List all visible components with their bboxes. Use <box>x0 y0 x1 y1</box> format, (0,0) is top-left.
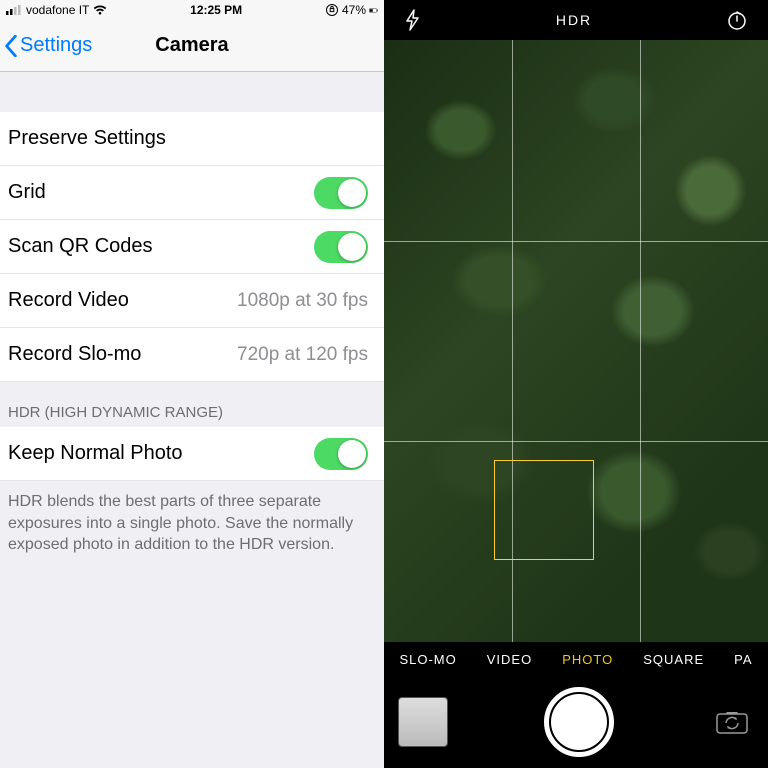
row-scan-qr: Scan QR Codes <box>0 220 384 274</box>
timer-button[interactable] <box>726 9 748 31</box>
signal-icon <box>6 5 22 15</box>
viewfinder[interactable] <box>384 40 768 642</box>
row-label: Preserve Settings <box>8 127 166 150</box>
timer-icon <box>726 9 748 31</box>
shutter-inner <box>551 694 607 750</box>
mode-selector[interactable]: SLO-MO VIDEO PHOTO SQUARE PA <box>384 642 768 676</box>
gridline <box>384 441 768 442</box>
last-photo-thumbnail[interactable] <box>398 697 448 747</box>
section-header-hdr: HDR (HIGH DYNAMIC RANGE) <box>0 382 384 427</box>
mode-pano[interactable]: PA <box>734 652 752 667</box>
focus-indicator <box>494 460 594 560</box>
mode-slomo[interactable]: SLO-MO <box>399 652 456 667</box>
shutter-button[interactable] <box>544 687 614 757</box>
row-label: Record Video <box>8 289 129 312</box>
gridline <box>640 40 641 642</box>
battery-pct-label: 47% <box>342 3 366 17</box>
back-button[interactable]: Settings <box>4 34 92 57</box>
camera-controls <box>384 676 768 768</box>
carrier-label: vodafone IT <box>26 3 89 17</box>
grid-toggle[interactable] <box>314 177 368 209</box>
settings-pane: vodafone IT 12:25 PM 47% Settings Camera… <box>0 0 384 768</box>
row-value: 720p at 120 fps <box>237 344 368 366</box>
orientation-lock-icon <box>325 3 339 17</box>
row-record-slomo[interactable]: Record Slo-mo 720p at 120 fps <box>0 328 384 382</box>
status-bar: vodafone IT 12:25 PM 47% <box>0 0 384 20</box>
row-label: Keep Normal Photo <box>8 442 183 465</box>
row-grid: Grid <box>0 166 384 220</box>
chevron-left-icon <box>4 35 18 57</box>
row-record-video[interactable]: Record Video 1080p at 30 fps <box>0 274 384 328</box>
row-preserve-settings[interactable]: Preserve Settings <box>0 112 384 166</box>
clock-label: 12:25 PM <box>190 3 242 17</box>
back-label: Settings <box>20 34 92 57</box>
flip-camera-button[interactable] <box>710 700 754 744</box>
keep-normal-toggle[interactable] <box>314 438 368 470</box>
mode-square[interactable]: SQUARE <box>643 652 704 667</box>
row-value: 1080p at 30 fps <box>237 290 368 312</box>
camera-pane: HDR SLO-MO VIDEO PHOTO SQUARE PA <box>384 0 768 768</box>
hdr-button[interactable]: HDR <box>556 12 592 28</box>
flip-camera-icon <box>715 709 749 735</box>
row-label: Grid <box>8 181 46 204</box>
row-keep-normal-photo: Keep Normal Photo <box>0 427 384 481</box>
wifi-icon <box>93 5 107 15</box>
nav-bar: Settings Camera <box>0 20 384 72</box>
gridline <box>384 241 768 242</box>
qr-toggle[interactable] <box>314 231 368 263</box>
section-footer-hdr: HDR blends the best parts of three separ… <box>0 481 384 566</box>
mode-video[interactable]: VIDEO <box>487 652 532 667</box>
flash-icon <box>404 9 422 31</box>
battery-icon <box>369 5 378 16</box>
row-label: Record Slo-mo <box>8 343 141 366</box>
page-title: Camera <box>155 34 228 57</box>
camera-top-bar: HDR <box>384 0 768 40</box>
mode-photo[interactable]: PHOTO <box>562 652 613 667</box>
flash-button[interactable] <box>404 9 422 31</box>
row-label: Scan QR Codes <box>8 235 153 258</box>
